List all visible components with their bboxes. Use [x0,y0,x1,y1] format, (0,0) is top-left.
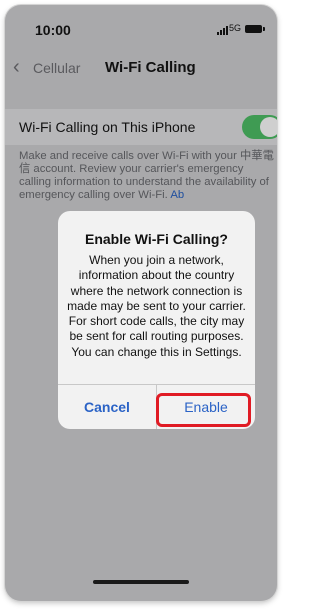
phone-screen: 10:00 5G ‹ Cellular Wi-Fi Calling Wi-Fi … [5,5,277,601]
wifi-calling-description: Make and receive calls over Wi-Fi with y… [19,150,277,202]
wifi-calling-label: Wi-Fi Calling on This iPhone [19,119,196,135]
enable-button[interactable]: Enable [157,385,255,429]
cancel-button[interactable]: Cancel [58,385,156,429]
home-indicator[interactable] [93,580,189,584]
description-text: Make and receive calls over Wi-Fi with y… [19,150,274,201]
navigation-bar: ‹ Cellular Wi-Fi Calling [5,49,277,89]
alert-title: Enable Wi-Fi Calling? [85,231,228,247]
back-button[interactable]: Cellular [33,60,80,76]
battery-icon [245,25,265,33]
page-title: Wi-Fi Calling [105,59,196,76]
enable-wifi-calling-alert: Enable Wi-Fi Calling? When you join a ne… [58,211,255,429]
status-bar: 10:00 5G [5,5,277,53]
alert-message: When you join a network, information abo… [67,253,246,359]
cellular-signal-icon [217,26,228,35]
back-chevron-icon[interactable]: ‹ [13,57,20,77]
status-time: 10:00 [35,22,71,38]
about-link[interactable]: Ab [170,189,184,201]
network-type: 5G [229,23,242,33]
toggle-knob [260,117,277,137]
wifi-calling-toggle[interactable] [242,115,277,139]
wifi-calling-row: Wi-Fi Calling on This iPhone [5,109,277,145]
